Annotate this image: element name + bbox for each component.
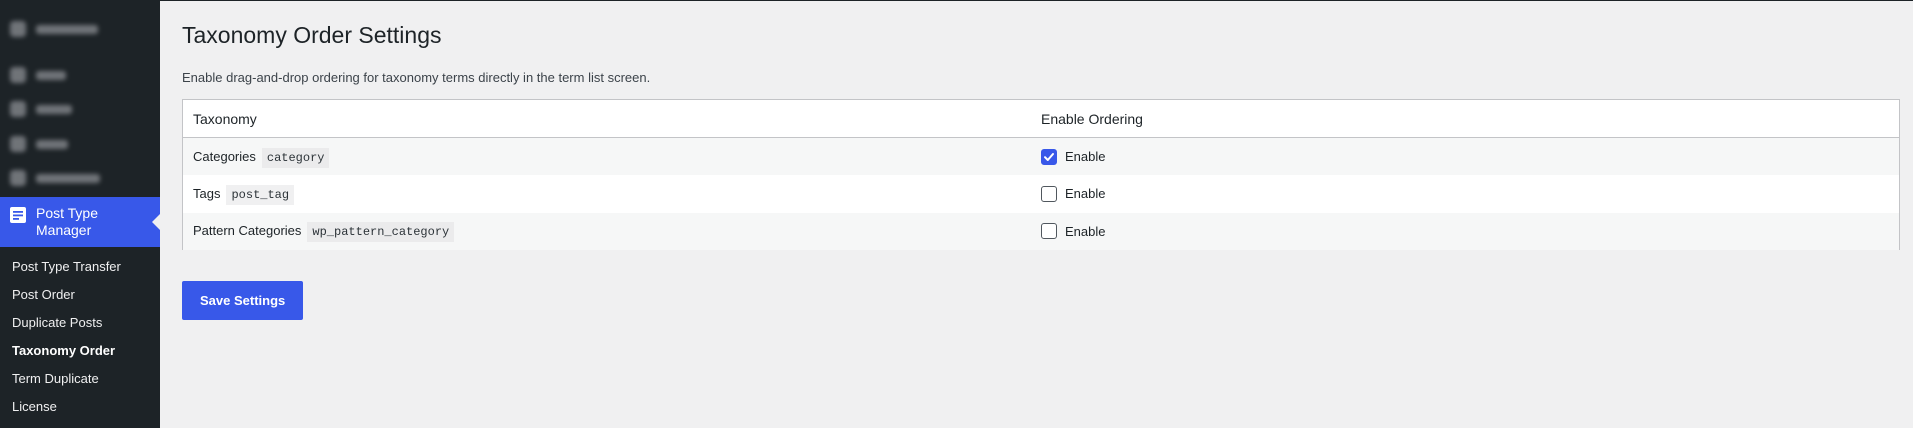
submenu-item-duplicate-posts[interactable]: Duplicate Posts — [0, 309, 160, 337]
submenu-item-post-type-transfer[interactable]: Post Type Transfer — [0, 253, 160, 281]
taxonomy-label: Tags — [193, 185, 221, 201]
blurred-icon — [10, 101, 26, 117]
table-row: Pattern Categories wp_pattern_category En… — [183, 212, 1899, 250]
document-icon — [10, 207, 26, 223]
taxonomy-label: Categories — [193, 148, 256, 164]
current-menu-arrow — [152, 214, 160, 230]
save-settings-button[interactable]: Save Settings — [182, 281, 304, 320]
taxonomy-slug: wp_pattern_category — [307, 222, 455, 243]
top-border — [0, 0, 1913, 1]
blurred-menu-item-pages[interactable] — [10, 135, 68, 153]
menu-label-line2: Manager — [36, 222, 92, 238]
enable-ordering-control[interactable]: Enable — [1041, 185, 1899, 202]
submenu: Post Type Transfer Post Order Duplicate … — [0, 253, 160, 421]
checkmark-icon — [1044, 152, 1054, 161]
taxonomy-label: Pattern Categories — [193, 223, 302, 239]
checkbox-label: Enable — [1065, 223, 1106, 239]
blurred-menu-item-dashboard[interactable] — [10, 20, 98, 38]
submenu-item-license[interactable]: License — [0, 393, 160, 421]
menu-label-line1: Post Type — [36, 205, 99, 221]
checkbox-label: Enable — [1065, 186, 1106, 202]
page-description: Enable drag-and-drop ordering for taxono… — [182, 70, 651, 85]
checkbox-label: Enable — [1065, 149, 1106, 165]
taxonomy-slug: category — [261, 147, 330, 168]
admin-sidebar: Post Type Manager Post Type Transfer Pos… — [0, 0, 160, 428]
taxonomy-slug: post_tag — [226, 184, 295, 205]
blurred-icon — [10, 136, 26, 152]
table-row: Tags post_tag Enable — [183, 175, 1899, 212]
enable-ordering-control[interactable]: Enable — [1041, 148, 1899, 165]
column-header-taxonomy: Taxonomy — [193, 110, 257, 127]
blurred-icon — [10, 67, 26, 83]
column-header-enable-ordering: Enable Ordering — [1041, 110, 1143, 127]
page-title: Taxonomy Order Settings — [182, 22, 442, 48]
table-header: Taxonomy Enable Ordering — [183, 100, 1899, 138]
blurred-menu-item-media[interactable] — [10, 100, 72, 118]
submenu-item-taxonomy-order[interactable]: Taxonomy Order — [0, 337, 160, 365]
table-row: Categories category Enable — [183, 138, 1899, 176]
enable-checkbox-post-tag[interactable] — [1041, 185, 1057, 202]
blurred-icon — [10, 21, 26, 37]
enable-checkbox-category[interactable] — [1041, 148, 1057, 165]
taxonomy-table: Taxonomy Enable Ordering Categories categ… — [182, 99, 1900, 250]
submenu-item-term-duplicate[interactable]: Term Duplicate — [0, 365, 160, 393]
menu-item-post-type-manager[interactable]: Post Type Manager — [0, 197, 160, 247]
enable-ordering-control[interactable]: Enable — [1041, 223, 1899, 240]
submenu-item-post-order[interactable]: Post Order — [0, 281, 160, 309]
blurred-icon — [10, 170, 26, 186]
enable-checkbox-wp-pattern-category[interactable] — [1041, 223, 1057, 240]
blurred-menu-item-comments[interactable] — [10, 169, 100, 187]
blurred-menu-item-posts[interactable] — [10, 66, 66, 84]
